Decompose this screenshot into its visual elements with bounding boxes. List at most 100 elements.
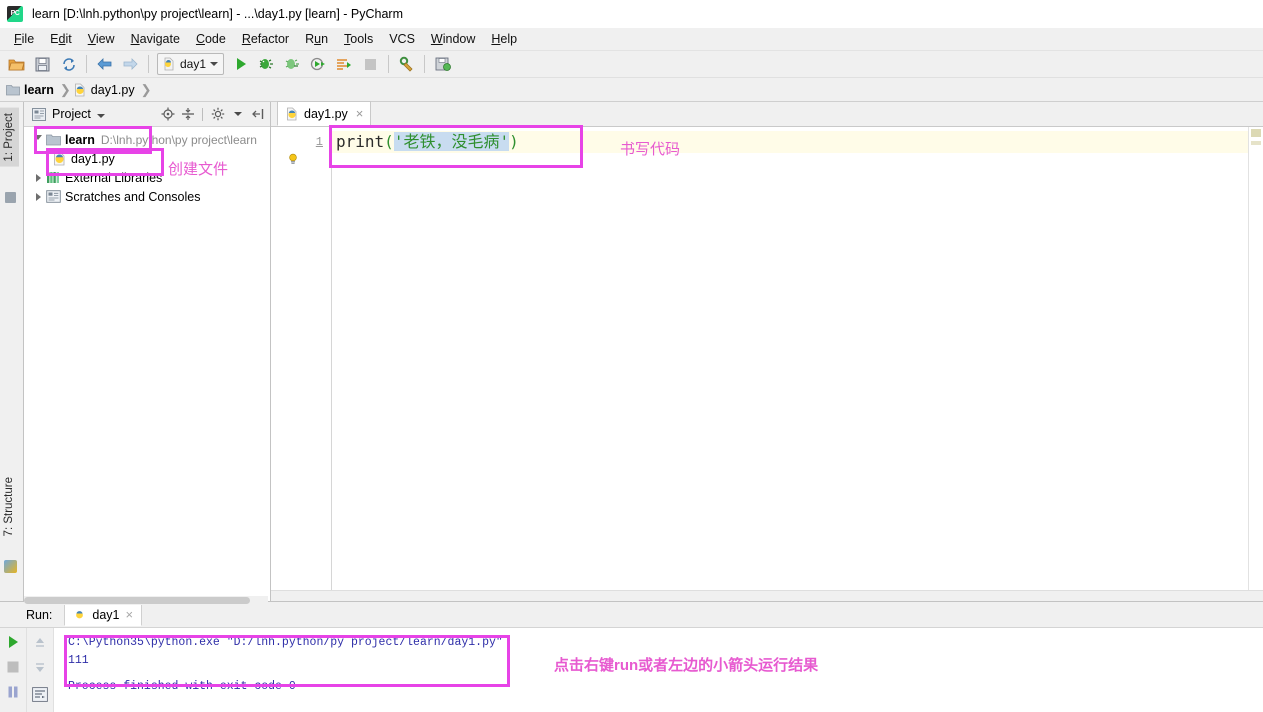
- run-coverage-icon[interactable]: [280, 53, 305, 75]
- run-tab-label: day1: [92, 607, 120, 622]
- forward-arrow-icon[interactable]: [118, 53, 143, 75]
- menu-tools[interactable]: Tools: [336, 30, 381, 48]
- editor-tab-label: day1.py: [304, 106, 348, 121]
- tree-row-external-libraries[interactable]: External Libraries: [24, 168, 270, 187]
- library-icon: [47, 172, 59, 183]
- console-line-1: C:\Python35\python.exe "D:/lnh.python/py…: [68, 636, 503, 649]
- menu-view[interactable]: View: [80, 30, 123, 48]
- menu-refactor[interactable]: Refactor: [234, 30, 297, 48]
- breadcrumb-item-day1[interactable]: day1.py: [73, 83, 139, 97]
- soft-wrap-icon[interactable]: [30, 684, 50, 704]
- scroll-down-icon[interactable]: [30, 658, 50, 678]
- collapse-all-icon[interactable]: [179, 106, 196, 123]
- tree-row-scratches[interactable]: Scratches and Consoles: [24, 187, 270, 206]
- editor-area[interactable]: 1 print('老铁，没毛病'): [271, 127, 1263, 590]
- project-header-actions: [159, 106, 266, 123]
- console-line-4: Process finished with exit code 0: [68, 680, 296, 693]
- intention-bulb-icon[interactable]: [287, 153, 299, 165]
- project-view-icon: [32, 107, 46, 121]
- menu-run[interactable]: Run: [297, 30, 336, 48]
- project-dropdown-icon[interactable]: [96, 107, 105, 121]
- scroll-up-icon[interactable]: [30, 632, 50, 652]
- project-hscrollbar-track[interactable]: [24, 596, 268, 605]
- run-config-label: day1: [180, 57, 207, 71]
- toolbar-divider-2: [148, 55, 149, 73]
- sync-icon[interactable]: [56, 53, 81, 75]
- chevron-down-icon[interactable]: [210, 62, 219, 66]
- hide-panel-icon[interactable]: [249, 106, 266, 123]
- run-panel-label: Run:: [26, 607, 53, 622]
- code-line-1[interactable]: print('老铁，没毛病'): [332, 131, 1248, 153]
- run-tab-day1[interactable]: day1 ×: [64, 603, 143, 626]
- editor-marker-bar[interactable]: [1248, 127, 1263, 590]
- close-icon[interactable]: ×: [356, 106, 364, 121]
- project-panel-header: Project: [24, 102, 270, 127]
- run-configuration-selector[interactable]: day1: [157, 53, 225, 75]
- editor-tab-day1[interactable]: day1.py ×: [277, 101, 372, 126]
- stop-icon[interactable]: [3, 657, 23, 677]
- pause-icon[interactable]: [3, 682, 23, 702]
- run-console-output[interactable]: C:\Python35\python.exe "D:/lnh.python/py…: [54, 628, 1263, 712]
- gear-dropdown-icon[interactable]: [229, 106, 246, 123]
- tree-row-day1[interactable]: day1.py: [24, 149, 270, 168]
- editor-tab-bar: day1.py ×: [271, 101, 1263, 127]
- menu-code[interactable]: Code: [188, 30, 234, 48]
- expand-arrow-icon[interactable]: [30, 192, 46, 201]
- menu-file[interactable]: File: [6, 30, 42, 48]
- gear-settings-icon[interactable]: [209, 106, 226, 123]
- vcs-update-icon[interactable]: [430, 53, 455, 75]
- console-line-2: 111: [68, 654, 89, 667]
- menu-edit[interactable]: Edit: [42, 30, 80, 48]
- code-open-paren: (: [384, 132, 394, 151]
- breadcrumb-separator: ❯: [59, 81, 71, 97]
- settings-wrench-icon[interactable]: [394, 53, 419, 75]
- run-console-icon[interactable]: [332, 53, 357, 75]
- breadcrumb: learn ❯ day1.py ❯: [0, 78, 1263, 102]
- editor-gutter: 1: [271, 127, 332, 590]
- menu-window[interactable]: Window: [423, 30, 483, 48]
- save-all-icon[interactable]: [30, 53, 55, 75]
- breadcrumb-label: learn: [24, 82, 54, 97]
- run-panel-body: C:\Python35\python.exe "D:/lnh.python/py…: [0, 628, 1263, 712]
- project-panel: Project learn D:\lnh.python\py project\l…: [24, 102, 271, 601]
- tree-row-learn[interactable]: learn D:\lnh.python\py project\learn: [24, 130, 270, 149]
- window-title: learn [D:\lnh.python\py project\learn] -…: [32, 6, 404, 21]
- sidebar-item-project[interactable]: 1: Project: [0, 108, 19, 167]
- marker-warning-2: [1251, 141, 1261, 145]
- open-folder-icon[interactable]: [4, 53, 29, 75]
- run-panel-header: Run: day1 ×: [0, 602, 1263, 628]
- project-panel-title: Project: [52, 107, 91, 121]
- sidebar-item-structure[interactable]: 7: Structure: [0, 472, 19, 541]
- editor-hscrollbar-strip[interactable]: [271, 590, 1263, 601]
- expand-arrow-icon[interactable]: [30, 173, 46, 182]
- folder-icon: [46, 134, 61, 145]
- menu-help[interactable]: Help: [483, 30, 525, 48]
- vtab-label: 1: Project: [3, 113, 15, 162]
- structure-icon: [4, 560, 17, 573]
- menu-vcs[interactable]: VCS: [381, 30, 423, 48]
- tree-label-day1: day1.py: [71, 151, 115, 166]
- run-icon[interactable]: [228, 53, 253, 75]
- tree-path-learn: D:\lnh.python\py project\learn: [100, 132, 257, 147]
- breadcrumb-item-learn[interactable]: learn: [6, 83, 58, 97]
- toolbar-divider-4: [424, 55, 426, 73]
- stop-icon: [358, 53, 383, 75]
- close-icon[interactable]: ×: [126, 607, 134, 622]
- menu-navigate[interactable]: Navigate: [123, 30, 188, 48]
- debug-icon[interactable]: [254, 53, 279, 75]
- code-area[interactable]: print('老铁，没毛病'): [332, 127, 1248, 590]
- project-tree: learn D:\lnh.python\py project\learn day…: [24, 127, 270, 206]
- back-arrow-icon[interactable]: [92, 53, 117, 75]
- pycharm-logo-icon: PC: [7, 5, 23, 22]
- code-function-name: print: [336, 132, 385, 151]
- rerun-icon[interactable]: [3, 632, 23, 652]
- console-line-3: [68, 670, 1263, 678]
- profile-icon[interactable]: [306, 53, 331, 75]
- python-file-icon: [76, 611, 84, 619]
- expand-arrow-icon[interactable]: [30, 135, 46, 144]
- locate-target-icon[interactable]: [159, 106, 176, 123]
- menu-file-rest: ile: [21, 32, 35, 46]
- python-file-icon: [74, 83, 85, 96]
- project-hscrollbar-thumb[interactable]: [24, 597, 250, 604]
- toolbar-divider-3: [388, 55, 390, 73]
